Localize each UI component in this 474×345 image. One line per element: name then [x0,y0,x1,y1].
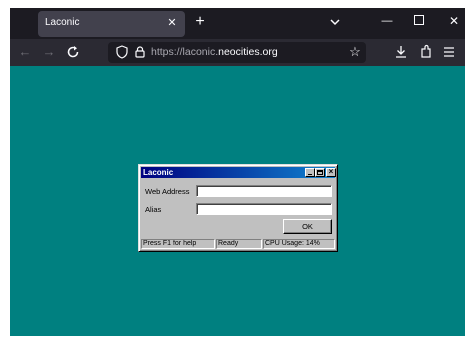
laconic-dialog: Laconic × Web Address Alias OK Press F1 … [138,164,338,252]
navigation-toolbar: ← → https://laconic.neocities.org ☆ [10,39,465,66]
url-scheme: https:// [151,46,183,58]
lock-icon[interactable] [133,45,147,59]
url-text[interactable]: https://laconic.neocities.org [151,46,278,58]
status-cpu: CPU Usage: 14% [263,239,335,249]
tab-laconic[interactable]: Laconic ✕ [38,11,185,37]
shield-icon[interactable] [115,45,129,59]
url-subdomain: laconic. [182,46,219,58]
tab-bar: Laconic ✕ + — ✕ [10,8,465,39]
status-help: Press F1 for help [141,239,215,249]
arrow-left-icon[interactable]: ← [17,44,33,60]
dialog-minimize-button[interactable] [305,168,315,177]
alias-label: Alias [145,205,162,214]
ok-button[interactable]: OK [283,219,332,234]
web-address-label: Web Address [145,187,190,196]
arrow-right-icon[interactable]: → [41,44,57,60]
download-icon[interactable] [394,44,408,60]
tab-title: Laconic [45,17,80,28]
dialog-close-button[interactable]: × [326,167,336,177]
dialog-titlebar[interactable]: Laconic × [141,167,336,178]
plus-icon[interactable]: + [192,14,208,30]
star-icon[interactable]: ☆ [348,44,362,59]
minimize-icon[interactable]: — [380,14,394,28]
dialog-title: Laconic [143,168,174,177]
chevron-down-icon[interactable] [327,14,343,30]
url-host: neocities.org [218,46,278,58]
menu-icon[interactable] [442,44,456,60]
maximize-icon[interactable] [414,15,424,25]
close-icon[interactable]: ✕ [164,15,180,31]
status-bar: Press F1 for help Ready CPU Usage: 14% [141,239,335,249]
url-bar[interactable]: https://laconic.neocities.org ☆ [108,42,366,63]
dialog-maximize-button[interactable] [315,168,325,177]
window-close-icon[interactable]: ✕ [447,14,461,28]
extensions-icon[interactable] [419,44,433,60]
reload-icon[interactable] [65,44,81,60]
browser-window: Laconic ✕ + — ✕ ← → https://laconic.neoc… [10,8,465,336]
alias-input[interactable] [196,203,332,215]
page-viewport: Laconic × Web Address Alias OK Press F1 … [10,66,465,336]
web-address-input[interactable] [196,185,332,197]
status-state: Ready [216,239,262,249]
